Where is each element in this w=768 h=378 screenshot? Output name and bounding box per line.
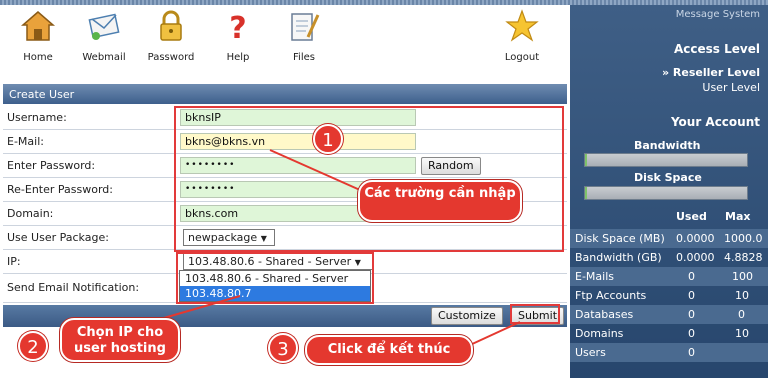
fields-callout: Các trường cần nhập xyxy=(358,180,522,222)
finish-callout: Click để kết thúc xyxy=(305,335,473,365)
step-3-badge: 3 xyxy=(268,333,298,363)
step-1-badge: 1 xyxy=(313,124,343,154)
step-2-badge: 2 xyxy=(18,331,48,361)
ip-callout: Chọn IP cho user hosting xyxy=(60,318,180,362)
